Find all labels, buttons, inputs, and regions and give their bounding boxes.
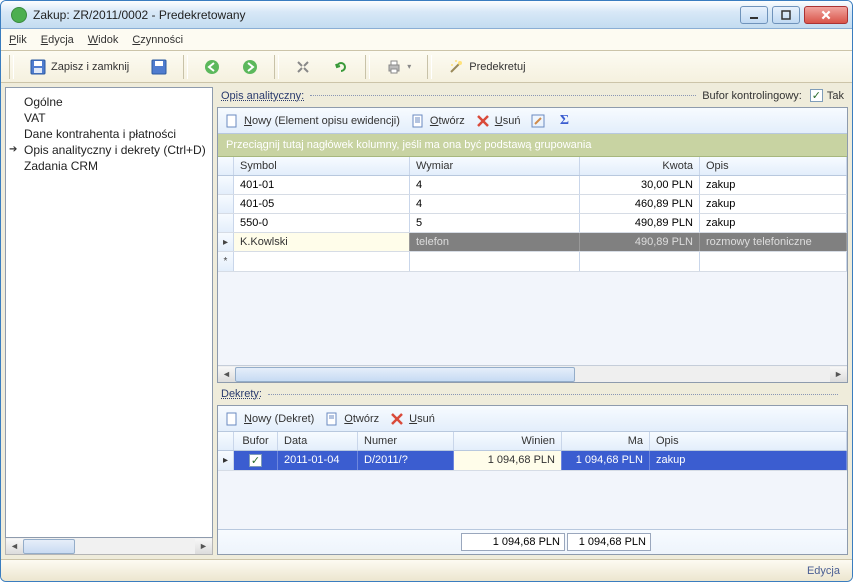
opis-grid-hscroll[interactable]: ◄ ► xyxy=(218,365,847,382)
statusbar-mode: Edycja xyxy=(807,565,840,577)
open-icon xyxy=(410,113,426,129)
bufor-kontrolingowy-checkbox[interactable] xyxy=(810,89,823,102)
dekrety-total-winien: 1 094,68 PLN xyxy=(461,533,565,551)
refresh-button[interactable] xyxy=(325,55,357,79)
save-close-label: Zapisz i zamknij xyxy=(51,61,129,73)
sidebar-item-vat[interactable]: VAT xyxy=(10,110,208,126)
arrow-left-icon xyxy=(204,59,220,75)
dekrety-totals: 1 094,68 PLN 1 094,68 PLN xyxy=(218,529,847,554)
opis-header-label: Opis analityczny: xyxy=(221,90,304,102)
tools-button[interactable] xyxy=(287,55,319,79)
opis-grid-row[interactable]: 550-0 5 490,89 PLN zakup xyxy=(218,214,847,233)
save-button[interactable] xyxy=(143,55,175,79)
col-header-opis[interactable]: Opis xyxy=(650,432,847,450)
delete-icon xyxy=(389,411,405,427)
col-header-numer[interactable]: Numer xyxy=(358,432,454,450)
opis-sigma-button[interactable]: Σ xyxy=(556,113,572,129)
sidebar-item-dane-kontrahenta[interactable]: Dane kontrahenta i płatności xyxy=(10,126,208,142)
col-header-wymiar[interactable]: Wymiar xyxy=(410,157,580,175)
tools-icon xyxy=(295,59,311,75)
sidebar-item-ogolne[interactable]: Ogólne xyxy=(10,94,208,110)
toolbar: Zapisz i zamknij ▾ Predekretuj xyxy=(1,51,852,83)
dekrety-otworz-button[interactable]: Otwórz xyxy=(324,411,379,427)
menubar: Plik Edycja Widok Czynności xyxy=(1,29,852,51)
back-button[interactable] xyxy=(196,55,228,79)
window-close-button[interactable] xyxy=(804,6,848,24)
sidebar-scrollbar[interactable]: ◄ ► xyxy=(5,538,213,555)
col-header-winien[interactable]: Winien xyxy=(454,432,562,450)
window-titlebar: Zakup: ZR/2011/0002 - Predekretowany xyxy=(1,1,852,29)
window-maximize-button[interactable] xyxy=(772,6,800,24)
save-icon xyxy=(30,59,46,75)
opis-grid-row[interactable]: 401-05 4 460,89 PLN zakup xyxy=(218,195,847,214)
opis-grid: Symbol Wymiar Kwota Opis 401-01 4 30,00 … xyxy=(218,157,847,365)
dekrety-nowy-button[interactable]: Nowy (Dekret) xyxy=(224,411,314,427)
print-button[interactable]: ▾ xyxy=(378,55,419,79)
new-doc-icon xyxy=(224,411,240,427)
opis-toolbar: Nowy (Element opisu ewidencji) Otwórz Us… xyxy=(218,108,847,134)
predekretuj-button[interactable]: Predekretuj xyxy=(440,55,533,79)
new-doc-icon xyxy=(224,113,240,129)
dekrety-grid-row-selected[interactable]: ▸ 2011-01-04 D/2011/? 1 094,68 PLN 1 094… xyxy=(218,451,847,471)
opis-usun-button[interactable]: Usuń xyxy=(475,113,521,129)
save-close-button[interactable]: Zapisz i zamknij xyxy=(22,55,137,79)
arrow-right-icon xyxy=(242,59,258,75)
refresh-icon xyxy=(333,59,349,75)
menu-edycja[interactable]: Edycja xyxy=(41,34,74,46)
dekrety-section-header: Dekrety: xyxy=(217,386,848,402)
printer-icon xyxy=(386,59,402,75)
app-icon xyxy=(11,7,27,23)
col-header-opis[interactable]: Opis xyxy=(700,157,847,175)
col-header-data[interactable]: Data xyxy=(278,432,358,450)
sigma-icon: Σ xyxy=(556,113,572,129)
sidebar-item-opis-analityczny[interactable]: Opis analityczny i dekrety (Ctrl+D) xyxy=(10,142,208,158)
dekrety-grid: Bufor Data Numer Winien Ma Opis ▸ 2011-0… xyxy=(218,432,847,529)
opis-grid-row-new[interactable] xyxy=(218,252,847,272)
opis-grid-row-selected[interactable]: ▸ K.Kowlski telefon 490,89 PLN rozmowy t… xyxy=(218,233,847,252)
sidebar: Ogólne VAT Dane kontrahenta i płatności … xyxy=(5,87,213,538)
bufor-kontrolingowy-label: Bufor kontrolingowy: xyxy=(702,90,802,102)
col-header-symbol[interactable]: Symbol xyxy=(234,157,410,175)
menu-czynnosci[interactable]: Czynności xyxy=(132,34,183,46)
opis-nowy-button[interactable]: Nowy (Element opisu ewidencji) xyxy=(224,113,400,129)
group-by-hint[interactable]: Przeciągnij tutaj nagłówek kolumny, jeśl… xyxy=(218,134,847,157)
forward-button[interactable] xyxy=(234,55,266,79)
predekretuj-label: Predekretuj xyxy=(469,61,525,73)
diskette-icon xyxy=(151,59,167,75)
opis-grid-row[interactable]: 401-01 4 30,00 PLN zakup xyxy=(218,176,847,195)
window-minimize-button[interactable] xyxy=(740,6,768,24)
col-header-bufor[interactable]: Bufor xyxy=(234,432,278,450)
opis-section-header: Opis analityczny: Bufor kontrolingowy: T… xyxy=(217,87,848,104)
wand-icon xyxy=(448,59,464,75)
col-header-ma[interactable]: Ma xyxy=(562,432,650,450)
statusbar: Edycja xyxy=(1,559,852,581)
dekrety-toolbar: Nowy (Dekret) Otwórz Usuń xyxy=(218,406,847,432)
open-icon xyxy=(324,411,340,427)
bufor-kontrolingowy-text: Tak xyxy=(827,90,844,102)
menu-widok[interactable]: Widok xyxy=(88,34,119,46)
dekrety-header-label: Dekrety: xyxy=(221,388,262,400)
col-header-kwota[interactable]: Kwota xyxy=(580,157,700,175)
delete-icon xyxy=(475,113,491,129)
opis-otworz-button[interactable]: Otwórz xyxy=(410,113,465,129)
edit-icon xyxy=(530,113,546,129)
dekrety-total-ma: 1 094,68 PLN xyxy=(567,533,651,551)
menu-plik[interactable]: Plik xyxy=(9,34,27,46)
window-title: Zakup: ZR/2011/0002 - Predekretowany xyxy=(33,8,246,22)
dekrety-bufor-checkbox[interactable] xyxy=(249,454,262,467)
opis-edit-button[interactable] xyxy=(530,113,546,129)
sidebar-item-zadania-crm[interactable]: Zadania CRM xyxy=(10,158,208,174)
dekrety-usun-button[interactable]: Usuń xyxy=(389,411,435,427)
